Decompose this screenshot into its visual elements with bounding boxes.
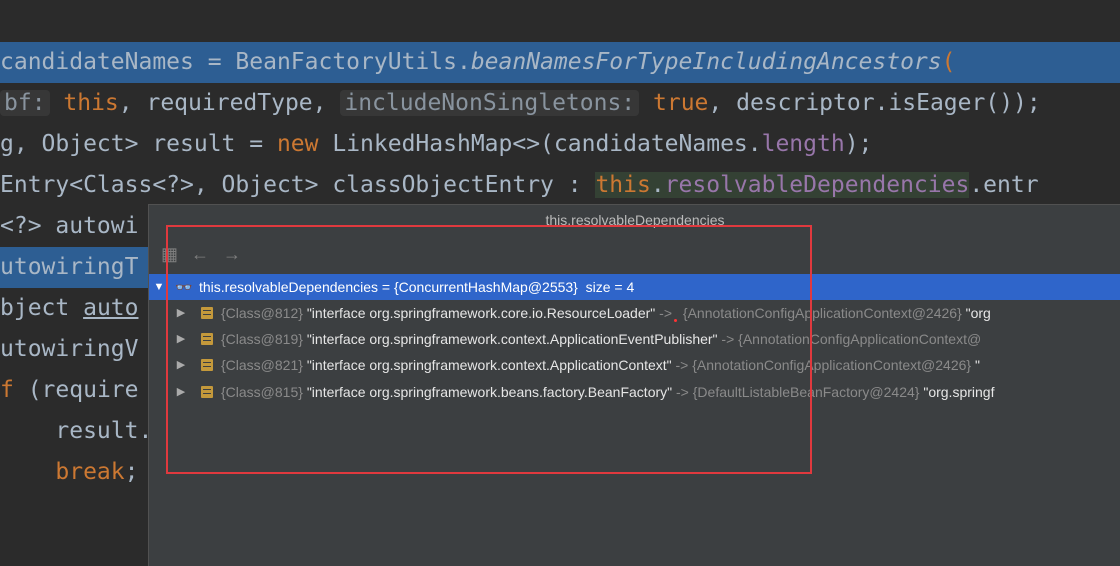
code-line-2[interactable]: bf: this, requiredType, includeNonSingle… bbox=[0, 83, 1041, 124]
code-token: true bbox=[639, 90, 709, 116]
code-token: , requiredType, bbox=[118, 90, 341, 116]
code-token: length bbox=[761, 131, 845, 157]
watch-glasses-icon: 👓 bbox=[175, 279, 193, 295]
code-line-9[interactable]: f (require bbox=[0, 370, 138, 411]
collapse-triangle-icon[interactable]: ▼ bbox=[152, 274, 166, 300]
entry-value-string: " bbox=[974, 357, 980, 373]
code-token: bject bbox=[0, 295, 84, 321]
field-icon bbox=[201, 359, 213, 371]
code-token: ; bbox=[124, 459, 139, 485]
root-value: {ConcurrentHashMap@2553} bbox=[393, 279, 578, 295]
entry-arrow: -> bbox=[675, 357, 689, 373]
tree-entry-row[interactable]: ▶ {Class@815} "interface org.springframe… bbox=[149, 379, 1120, 405]
entry-value-ref: {DefaultListableBeanFactory@2424} bbox=[692, 384, 920, 400]
code-line-8[interactable]: utowiringV bbox=[0, 329, 138, 370]
entry-key-ref: {Class@812} bbox=[221, 305, 303, 321]
code-token: break bbox=[55, 459, 125, 485]
code-token: bf: bbox=[0, 90, 50, 116]
field-icon bbox=[201, 386, 213, 398]
code-line-11[interactable]: break; bbox=[0, 452, 139, 493]
popup-toolbar: ▦ ← → bbox=[149, 235, 1120, 273]
code-token: new bbox=[276, 131, 319, 157]
code-token: .entr bbox=[969, 172, 1039, 198]
field-icon bbox=[201, 307, 213, 319]
entry-value-ref: {AnnotationConfigApplicationContext@2426… bbox=[692, 357, 972, 373]
entry-key-string: "interface org.springframework.beans.fac… bbox=[306, 384, 673, 400]
code-token: beanNamesForTypeIncludingAncestors bbox=[470, 49, 942, 75]
root-size: size = 4 bbox=[585, 279, 635, 295]
entry-value-ref: {AnnotationConfigApplicationContext@2426… bbox=[682, 305, 962, 321]
code-token: g, Object> result = bbox=[0, 131, 277, 157]
code-token: f bbox=[0, 377, 14, 403]
code-line-10[interactable]: result. bbox=[0, 411, 152, 452]
expand-triangle-icon[interactable]: ▶ bbox=[174, 300, 188, 326]
code-token: utowiringV bbox=[0, 336, 139, 362]
expand-triangle-icon[interactable]: ▶ bbox=[174, 352, 188, 378]
popup-title[interactable]: this.resolvableDependencies bbox=[149, 205, 1120, 235]
code-token: utowiringT bbox=[0, 254, 139, 280]
forward-arrow-icon[interactable]: → bbox=[223, 245, 241, 263]
entry-arrow: -> bbox=[676, 384, 689, 400]
entry-key-string: "interface org.springframework.context.A… bbox=[306, 357, 672, 373]
tree-entry-row[interactable]: ▶ {Class@812} "interface org.springframe… bbox=[149, 300, 1120, 326]
code-line-3[interactable]: g, Object> result = new LinkedHashMap<>(… bbox=[0, 124, 872, 165]
root-eq: = bbox=[378, 279, 394, 295]
entry-key-string: "interface org.springframework.core.io.R… bbox=[306, 305, 656, 321]
entry-key-ref: {Class@819} bbox=[221, 331, 303, 347]
code-token: Entry<Class<?>, Object> classObjectEntry… bbox=[0, 172, 596, 198]
code-token: resolvableDependencies bbox=[664, 172, 970, 198]
tree-entry-row[interactable]: ▶ {Class@821} "interface org.springframe… bbox=[149, 352, 1120, 378]
entry-value-string: "org.springf bbox=[923, 384, 995, 400]
code-token: auto bbox=[83, 295, 139, 321]
entry-arrow: -> bbox=[659, 305, 672, 321]
code-token: ); bbox=[844, 131, 873, 157]
code-token: LinkedHashMap<>(candidateNames. bbox=[318, 131, 762, 157]
expand-triangle-icon[interactable]: ▶ bbox=[174, 326, 188, 352]
code-token: (require bbox=[13, 377, 139, 403]
code-token: includeNonSingletons: bbox=[340, 90, 640, 116]
code-line-1[interactable]: candidateNames = BeanFactoryUtils.beanNa… bbox=[0, 42, 1120, 83]
red-dot-mark bbox=[674, 319, 677, 322]
back-arrow-icon[interactable]: ← bbox=[191, 245, 209, 263]
code-line-4[interactable]: Entry<Class<?>, Object> classObjectEntry… bbox=[0, 165, 1039, 206]
field-icon bbox=[201, 333, 213, 345]
code-token: <?> autowi bbox=[0, 213, 139, 239]
entry-key-string: "interface org.springframework.context.A… bbox=[306, 331, 718, 347]
expand-triangle-icon[interactable]: ▶ bbox=[174, 379, 188, 405]
entry-arrow: -> bbox=[721, 331, 735, 347]
entry-key-ref: {Class@815} bbox=[221, 384, 303, 400]
entry-value-ref: {AnnotationConfigApplicationContext@ bbox=[738, 331, 982, 347]
root-name: this.resolvableDependencies bbox=[199, 279, 378, 295]
code-line-7[interactable]: bject auto bbox=[0, 288, 138, 329]
entry-value-string: "org bbox=[965, 305, 991, 321]
code-token: result. bbox=[0, 418, 153, 444]
entry-key-ref: {Class@821} bbox=[221, 357, 303, 373]
code-token: ( bbox=[941, 49, 956, 75]
tree-root-row[interactable]: ▼ 👓 this.resolvableDependencies = {Concu… bbox=[149, 274, 1120, 300]
evaluate-popup[interactable]: this.resolvableDependencies ▦ ← → ▼ 👓 th… bbox=[148, 204, 1120, 566]
code-line-5[interactable]: <?> autowi bbox=[0, 206, 138, 247]
copy-icon[interactable]: ▦ bbox=[161, 245, 178, 263]
code-token: this bbox=[595, 172, 651, 198]
code-token: . bbox=[650, 172, 665, 198]
tree-entry-row[interactable]: ▶ {Class@819} "interface org.springframe… bbox=[149, 326, 1120, 352]
code-token: candidateNames = BeanFactoryUtils. bbox=[0, 49, 471, 75]
code-token: this bbox=[49, 90, 119, 116]
code-token: , descriptor.isEager()); bbox=[708, 90, 1041, 116]
